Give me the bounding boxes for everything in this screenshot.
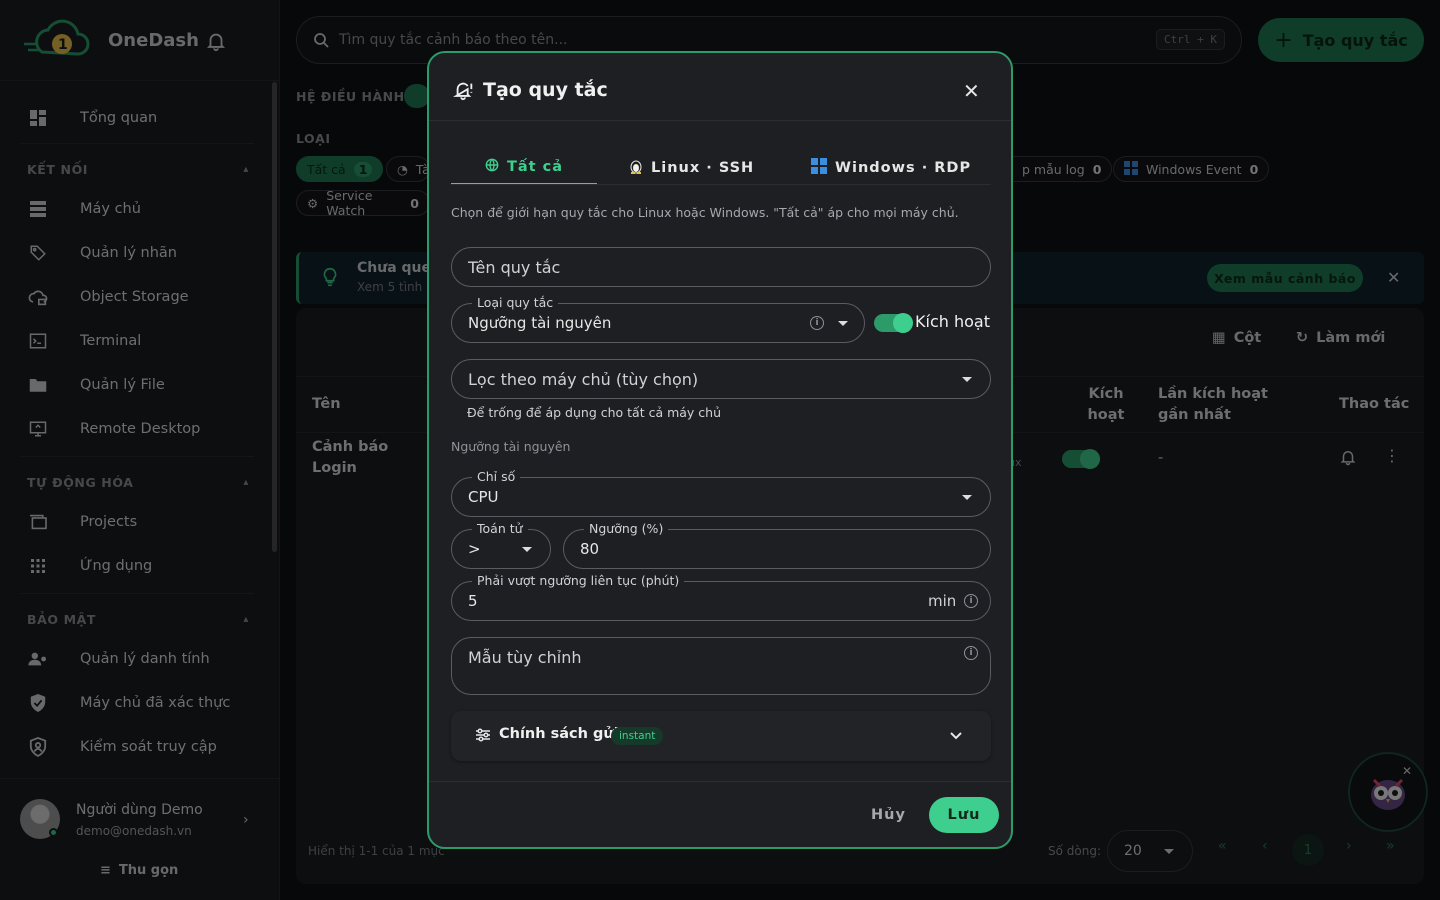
rule-type-select[interactable]: Loại quy tắc Ngưỡng tài nguyên i: [451, 295, 865, 343]
rule-name-input[interactable]: Tên quy tắc: [451, 247, 991, 287]
globe-icon: [485, 158, 499, 176]
linux-penguin-icon: [629, 158, 643, 178]
custom-template-input[interactable]: Mẫu tùy chỉnh i: [451, 637, 991, 695]
metric-select[interactable]: Chỉ số CPU: [451, 469, 991, 517]
tab-label: Linux · SSH: [651, 160, 755, 176]
rule-type-legend: Loại quy tắc: [472, 295, 559, 311]
modal-title: Tạo quy tắc: [453, 79, 608, 101]
tab-label: Tất cả: [506, 159, 564, 175]
rule-type-value: Ngưỡng tài nguyên: [468, 314, 612, 332]
modal-divider: [429, 120, 1011, 121]
send-policy-accordion[interactable]: Chính sách gửi instant: [451, 711, 991, 761]
info-icon[interactable]: i: [810, 316, 824, 330]
host-filter-helper: Để trống để áp dụng cho tất cả máy chủ: [467, 405, 722, 420]
host-filter-select[interactable]: Lọc theo máy chủ (tùy chọn): [451, 359, 991, 399]
tabs-divider: [451, 184, 991, 185]
tab-linux-ssh[interactable]: Linux · SSH: [629, 151, 754, 185]
bell-alert-icon: [453, 82, 473, 101]
chevron-down-icon: [949, 727, 963, 746]
os-hint: Chọn để giới hạn quy tắc cho Linux hoặc …: [451, 205, 959, 220]
sliders-icon: [475, 727, 491, 747]
cancel-button[interactable]: Hủy: [871, 807, 906, 823]
info-icon[interactable]: i: [964, 646, 978, 660]
host-filter-placeholder: Lọc theo máy chủ (tùy chọn): [468, 369, 699, 389]
threshold-section-label: Ngưỡng tài nguyên: [451, 439, 571, 454]
caret-down-icon: [838, 321, 848, 326]
create-rule-modal: Tạo quy tắc ✕ Tất cả Linux · SSH Windows…: [427, 51, 1013, 849]
duration-unit: min: [928, 592, 957, 610]
operator-select[interactable]: Toán tử >: [451, 521, 551, 569]
threshold-input[interactable]: Ngưỡng (%) 80: [563, 521, 991, 569]
info-icon[interactable]: i: [964, 594, 978, 608]
windows-icon: [811, 158, 827, 178]
duration-value: 5: [468, 592, 478, 610]
caret-down-icon: [522, 547, 532, 552]
threshold-legend: Ngưỡng (%): [584, 521, 669, 537]
caret-down-icon: [962, 495, 972, 500]
modal-title-text: Tạo quy tắc: [483, 79, 608, 101]
modal-divider: [429, 781, 1011, 782]
duration-input[interactable]: Phải vượt ngưỡng liên tục (phút) 5 min i: [451, 573, 991, 621]
operator-value: >: [468, 540, 481, 558]
active-toggle-label: Kích hoạt: [915, 312, 990, 331]
send-policy-title: Chính sách gửi: [499, 726, 619, 742]
close-icon[interactable]: ✕: [963, 79, 980, 103]
caret-down-icon: [962, 377, 972, 382]
threshold-value: 80: [580, 540, 600, 558]
tab-label: Windows · RDP: [835, 160, 972, 176]
tab-all[interactable]: Tất cả: [451, 151, 597, 185]
custom-template-placeholder: Mẫu tùy chỉnh: [468, 648, 582, 667]
save-button[interactable]: Lưu: [929, 797, 999, 833]
active-toggle[interactable]: [874, 313, 913, 333]
metric-value: CPU: [468, 488, 499, 506]
tab-windows-rdp[interactable]: Windows · RDP: [811, 151, 971, 185]
send-policy-badge: instant: [611, 727, 664, 745]
metric-legend: Chỉ số: [472, 469, 521, 485]
duration-legend: Phải vượt ngưỡng liên tục (phút): [472, 573, 685, 589]
operator-legend: Toán tử: [472, 521, 528, 537]
